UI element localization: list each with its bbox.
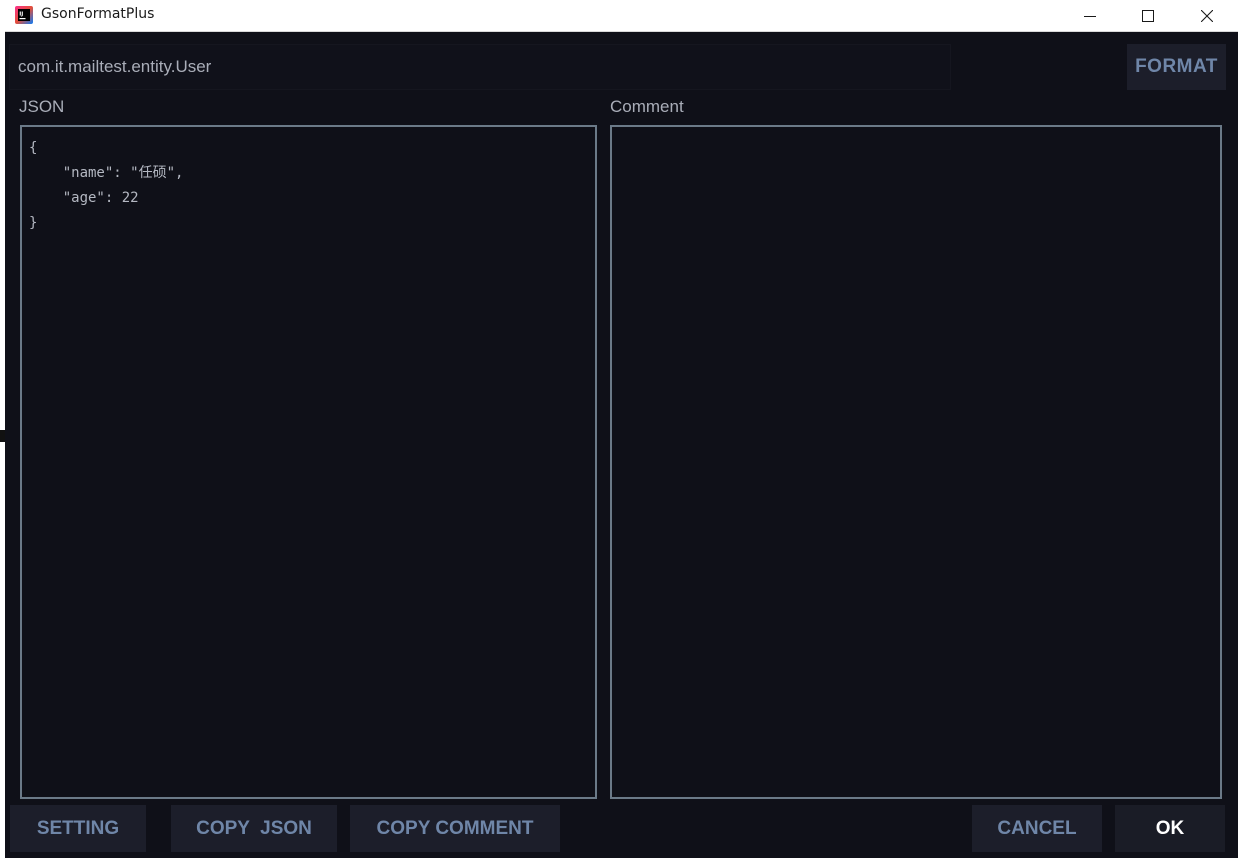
gson-format-plus-window: IJ GsonFormatPlus com.it.mailtest.entity… — [0, 0, 1238, 858]
minimize-icon — [1084, 15, 1096, 17]
class-name-value: com.it.mailtest.entity.User — [18, 57, 212, 76]
json-editor-content: { "name": "任硕", "age": 22 } — [29, 140, 184, 231]
maximize-button[interactable] — [1119, 0, 1177, 31]
close-icon — [1201, 9, 1213, 22]
maximize-icon — [1142, 9, 1154, 22]
cancel-button[interactable]: CANCEL — [972, 805, 1102, 852]
json-editor[interactable]: { "name": "任硕", "age": 22 } — [20, 125, 597, 799]
comment-editor[interactable] — [610, 125, 1222, 799]
window-left-border — [0, 31, 5, 858]
close-button[interactable] — [1178, 0, 1236, 31]
minimize-button[interactable] — [1061, 0, 1119, 31]
json-label: JSON — [19, 97, 65, 116]
copy-json-button[interactable]: COPY JSON — [171, 805, 337, 852]
window-title: GsonFormatPlus — [41, 6, 155, 22]
setting-button[interactable]: SETTING — [10, 805, 146, 852]
format-button[interactable]: FORMAT — [1127, 44, 1226, 90]
ok-button[interactable]: OK — [1115, 805, 1225, 852]
title-bar: IJ GsonFormatPlus — [0, 0, 1238, 32]
copy-comment-button[interactable]: COPY COMMENT — [350, 805, 560, 852]
intellij-idea-icon: IJ — [15, 6, 33, 24]
comment-label: Comment — [610, 97, 684, 116]
window-edge-mark — [0, 430, 5, 442]
svg-text:IJ: IJ — [19, 12, 23, 18]
